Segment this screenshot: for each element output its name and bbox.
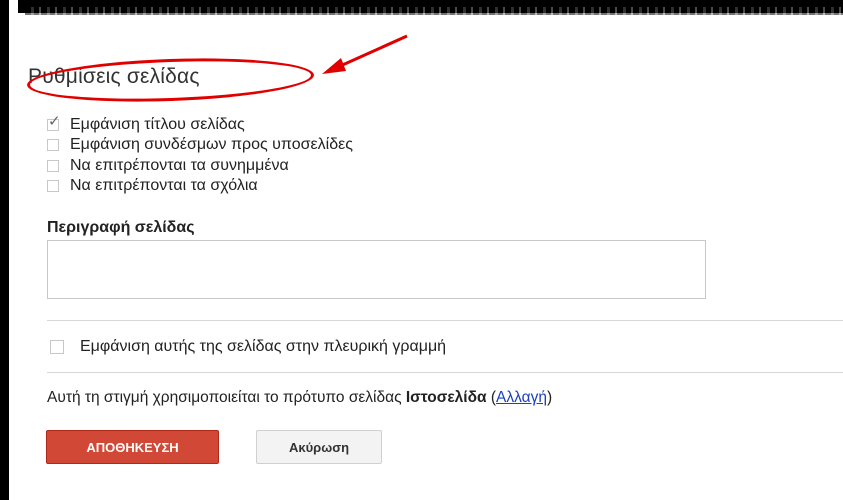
cancel-button[interactable]: Ακύρωση: [256, 430, 382, 464]
option-label: Να επιτρέπονται τα σχόλια: [70, 177, 258, 194]
divider: [47, 372, 843, 373]
option-show-in-sidebar[interactable]: Εμφάνιση αυτής της σελίδας στην πλευρική…: [50, 337, 446, 357]
checkbox[interactable]: [47, 160, 59, 172]
page-description-input[interactable]: [47, 240, 706, 299]
window-top-border-texture: [25, 7, 843, 15]
checkbox[interactable]: [47, 180, 59, 192]
option-label: Εμφάνιση τίτλου σελίδας: [70, 116, 245, 133]
template-paren-open: (: [486, 389, 497, 406]
checkbox[interactable]: [50, 340, 64, 354]
checkbox[interactable]: [47, 139, 59, 151]
option-label: Να επιτρέπονται τα συνημμένα: [70, 157, 289, 174]
option-label: Εμφάνιση συνδέσμων προς υποσελίδες: [70, 136, 353, 153]
option-allow-comments[interactable]: Να επιτρέπονται τα σχόλια: [47, 177, 258, 195]
save-button[interactable]: ΑΠΟΘΗΚΕΥΣΗ: [46, 430, 219, 464]
window-left-border: [0, 0, 9, 500]
template-info-text: Αυτή τη στιγμή χρησιμοποιείται το πρότυπ…: [47, 389, 406, 406]
change-template-link[interactable]: Αλλαγή: [496, 389, 547, 406]
option-show-page-title[interactable]: ✓ Εμφάνιση τίτλου σελίδας: [47, 114, 245, 134]
annotation-ellipse: [26, 54, 315, 106]
template-name: Ιστοσελίδα: [405, 389, 487, 406]
check-icon: ✓: [48, 113, 61, 130]
template-info: Αυτή τη στιγμή χρησιμοποιείται το πρότυπ…: [47, 389, 552, 407]
option-label: Εμφάνιση αυτής της σελίδας στην πλευρική…: [80, 338, 447, 355]
option-show-subpage-links[interactable]: Εμφάνιση συνδέσμων προς υποσελίδες: [47, 136, 353, 154]
option-allow-attachments[interactable]: Να επιτρέπονται τα συνημμένα: [47, 157, 289, 175]
template-paren-close: ): [546, 389, 553, 406]
checkbox[interactable]: ✓: [47, 114, 61, 131]
divider: [47, 320, 843, 321]
page-description-label: Περιγραφή σελίδας: [47, 219, 195, 236]
